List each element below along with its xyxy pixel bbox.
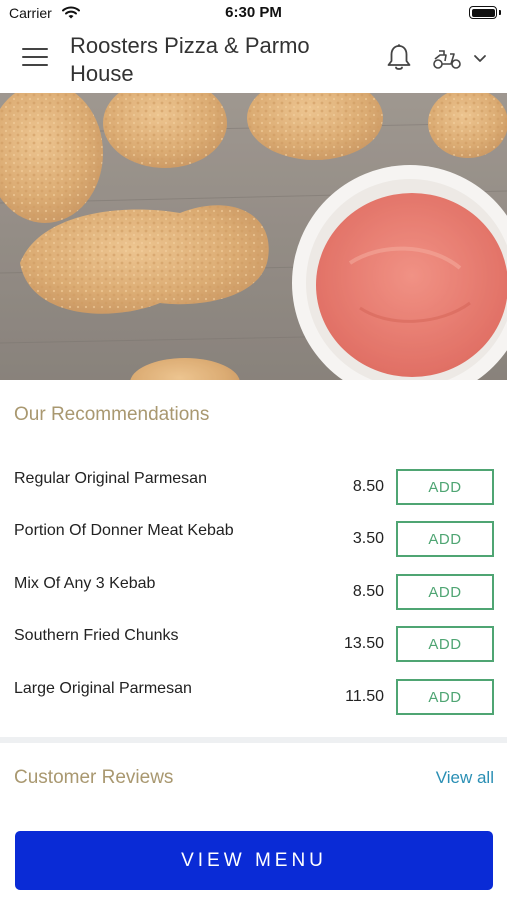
status-time: 6:30 PM <box>225 4 282 21</box>
item-name: Mix Of Any 3 Kebab <box>14 575 156 592</box>
battery-icon <box>469 6 501 19</box>
item-price: 11.50 <box>345 688 384 705</box>
add-button[interactable]: ADD <box>396 469 494 505</box>
bell-icon[interactable] <box>385 43 413 73</box>
item-name: Large Original Parmesan <box>14 680 192 697</box>
chevron-down-icon[interactable] <box>472 50 488 66</box>
restaurant-title: Roosters Pizza & Parmo House <box>70 33 310 86</box>
item-name: Southern Fried Chunks <box>14 627 179 644</box>
recommendations-heading: Our Recommendations <box>14 404 210 425</box>
list-item: Regular Original Parmesan 8.50 ADD <box>0 469 507 505</box>
view-all-link[interactable]: View all <box>436 768 494 788</box>
reviews-heading: Customer Reviews <box>14 767 174 788</box>
view-menu-button[interactable]: VIEW MENU <box>15 831 493 890</box>
list-item: Portion Of Donner Meat Kebab 3.50 ADD <box>0 521 507 557</box>
list-item: Southern Fried Chunks 13.50 ADD <box>0 626 507 662</box>
add-button[interactable]: ADD <box>396 679 494 715</box>
add-button[interactable]: ADD <box>396 626 494 662</box>
scooter-icon[interactable] <box>431 46 463 72</box>
item-price: 8.50 <box>352 478 384 495</box>
item-price: 13.50 <box>343 635 384 652</box>
status-bar: Carrier 6:30 PM <box>0 0 507 26</box>
section-divider <box>0 737 507 743</box>
hero-food-image <box>0 93 507 380</box>
menu-icon[interactable] <box>22 48 48 70</box>
item-name: Regular Original Parmesan <box>14 470 207 487</box>
item-name: Portion Of Donner Meat Kebab <box>14 522 234 539</box>
list-item: Mix Of Any 3 Kebab 8.50 ADD <box>0 574 507 610</box>
app-header: Roosters Pizza & Parmo House <box>0 26 507 93</box>
add-button[interactable]: ADD <box>396 574 494 610</box>
add-button[interactable]: ADD <box>396 521 494 557</box>
item-price: 8.50 <box>352 583 384 600</box>
list-item: Large Original Parmesan 11.50 ADD <box>0 679 507 715</box>
item-price: 3.50 <box>352 530 384 547</box>
